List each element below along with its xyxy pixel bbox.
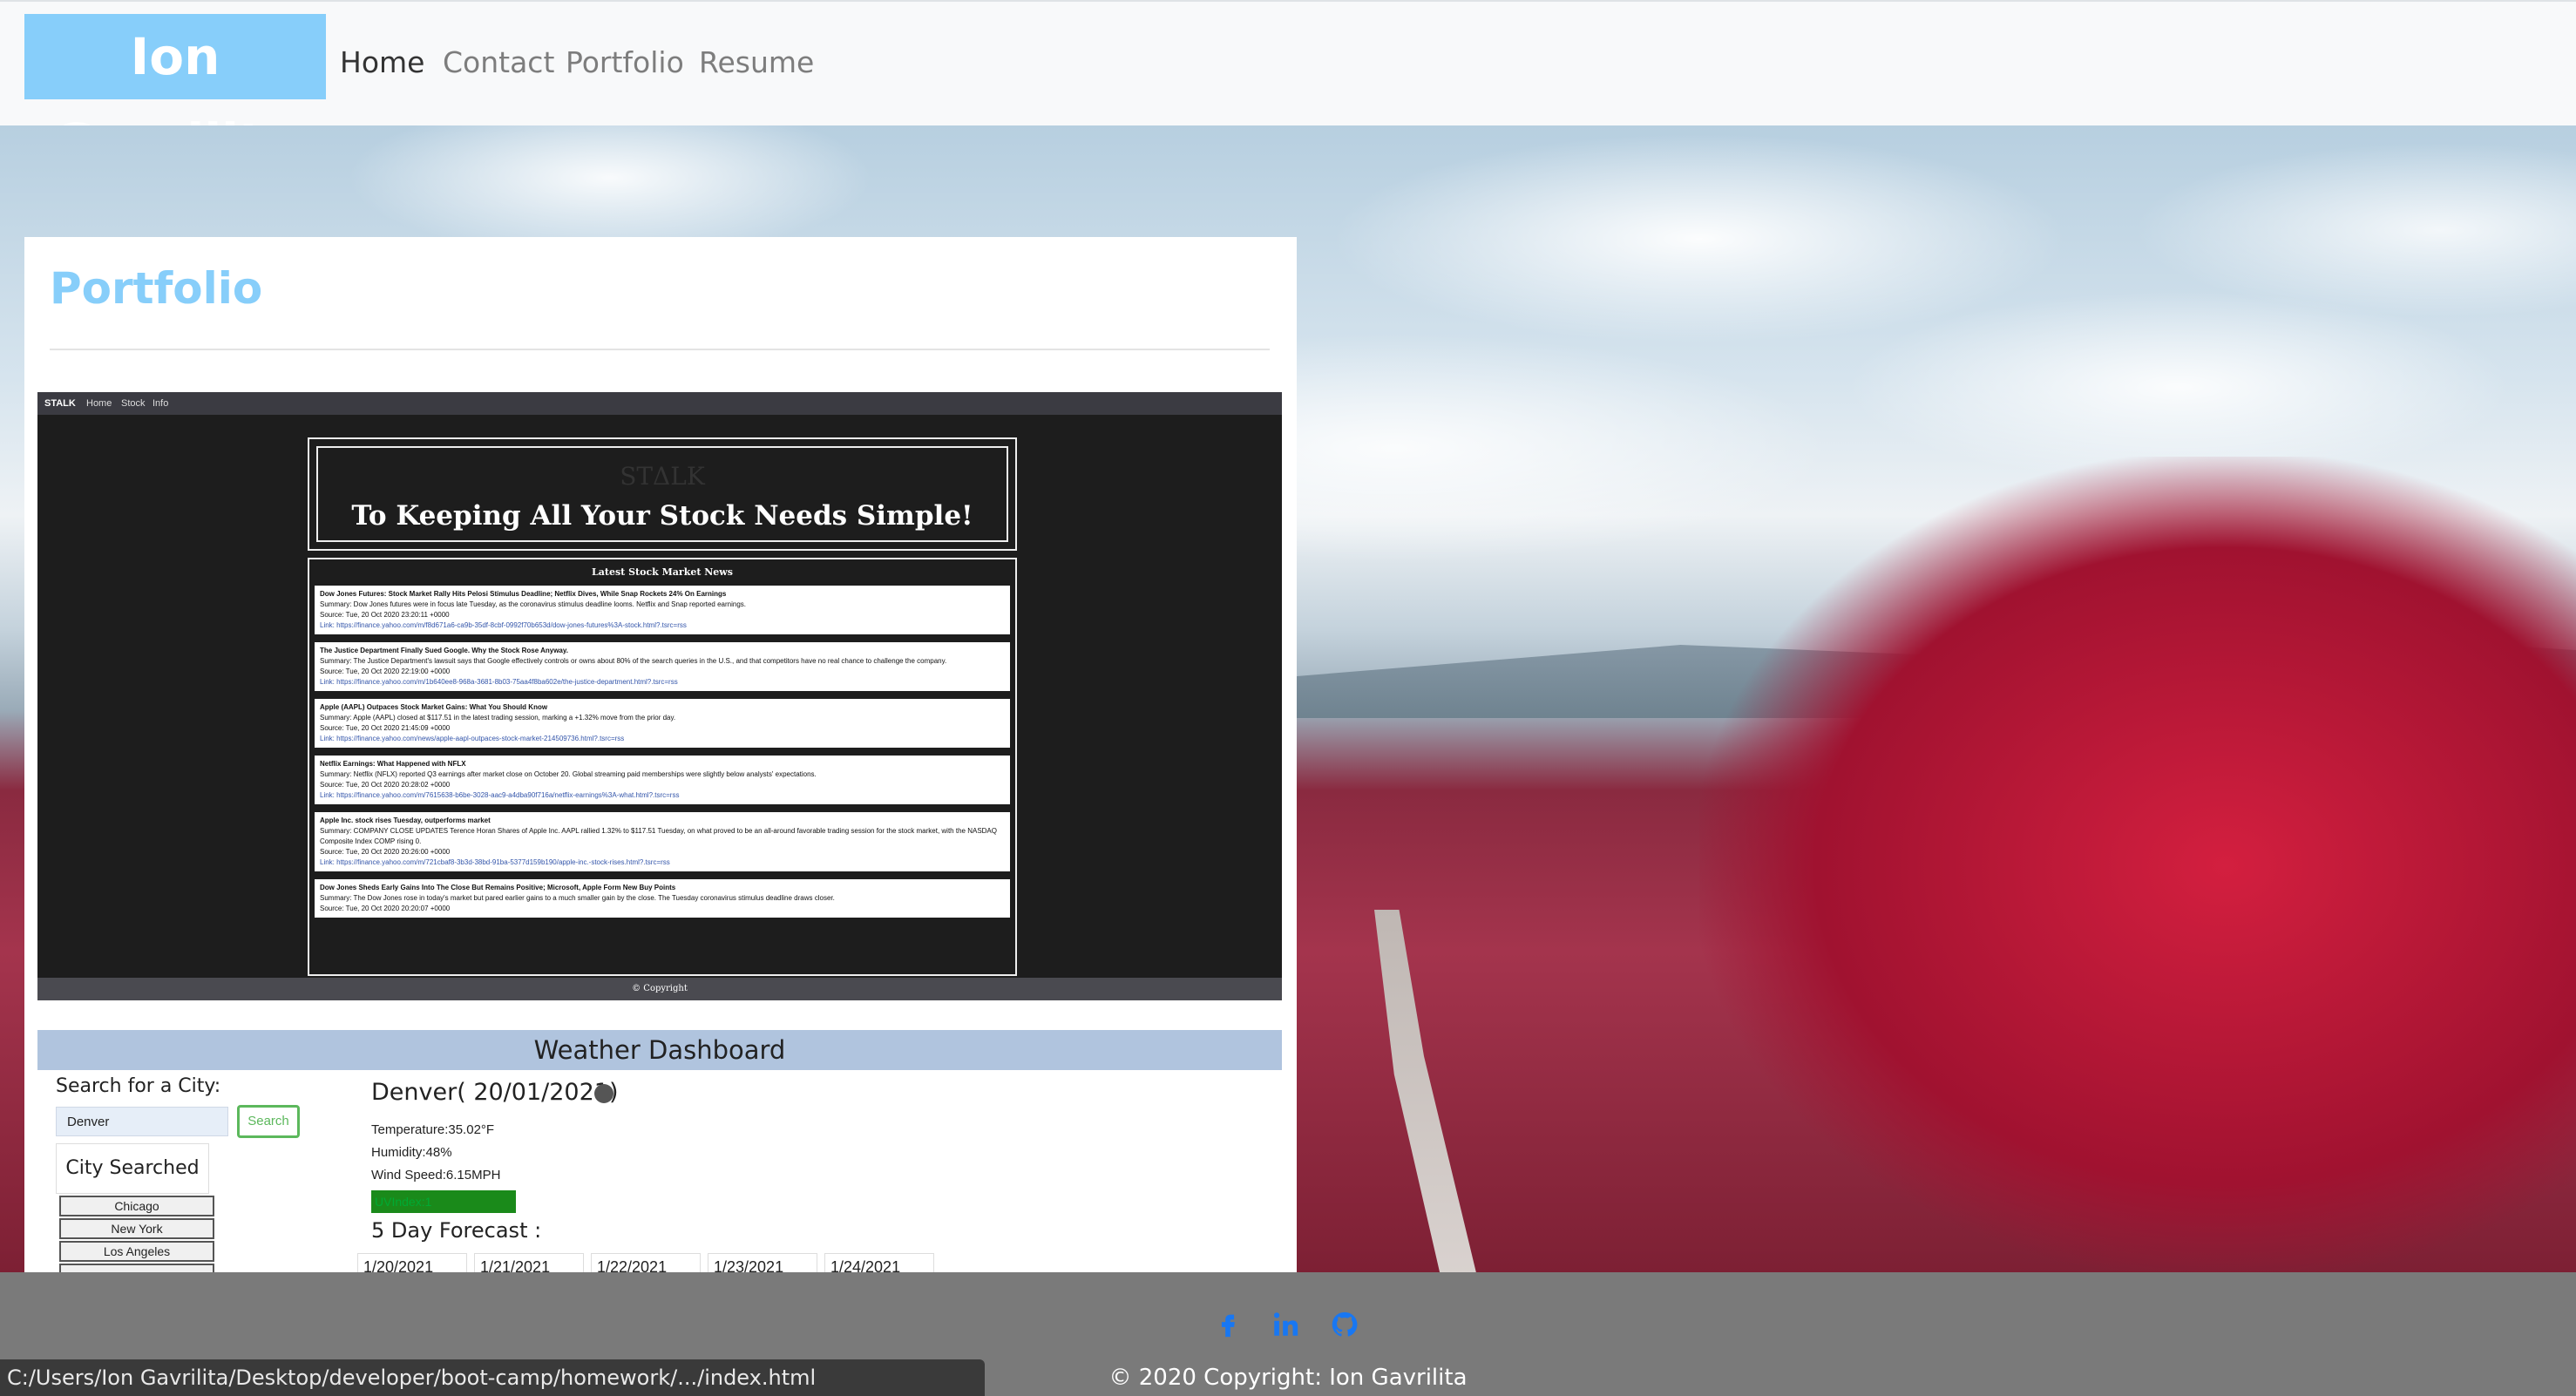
nav-link-contact[interactable]: Contact — [443, 45, 554, 79]
news-list: Dow Jones Futures: Stock Market Rally Hi… — [309, 586, 1015, 918]
forecast-day-card: 1/22/2021 — [591, 1253, 701, 1272]
news-link[interactable]: Link: https://finance.yahoo.com/m/721cba… — [320, 857, 1005, 868]
city-history-item[interactable]: Los Angeles — [59, 1241, 214, 1262]
stalk-news-panel: Latest Stock Market News Dow Jones Futur… — [308, 558, 1017, 976]
current-city-heading: Denver( 20/01/2021) — [371, 1079, 619, 1106]
winding-road — [1374, 910, 1477, 1272]
stalk-news-heading: Latest Stock Market News — [592, 566, 733, 578]
nav-link-home[interactable]: Home — [340, 45, 424, 79]
forecast-day-card: 1/24/2021 — [824, 1253, 934, 1272]
news-link[interactable]: Link: https://finance.yahoo.com/m/761563… — [320, 790, 1005, 801]
stalk-tagline: To Keeping All Your Stock Needs Simple! — [351, 500, 973, 532]
news-link[interactable]: Link: https://finance.yahoo.com/m/1b640e… — [320, 677, 1005, 688]
city-history-item[interactable]: New York — [59, 1218, 214, 1239]
stalk-nav-home: Home — [86, 398, 112, 409]
city-history-item[interactable] — [59, 1264, 214, 1272]
github-icon[interactable] — [1330, 1307, 1359, 1342]
city-history-item[interactable]: Chicago — [59, 1196, 214, 1216]
news-card[interactable]: Apple Inc. stock rises Tuesday, outperfo… — [315, 812, 1010, 871]
stalk-nav-info: Info — [153, 398, 169, 409]
news-title: The Justice Department Finally Sued Goog… — [320, 647, 568, 654]
forecast-day-card: 1/23/2021 — [708, 1253, 817, 1272]
forecast-heading: 5 Day Forecast : — [371, 1218, 542, 1243]
humidity-text: Humidity:48% — [371, 1145, 452, 1160]
news-summary: Summary: Apple (AAPL) closed at $117.51 … — [320, 714, 676, 722]
news-source: Source: Tue, 20 Oct 2020 21:45:09 +0000 — [320, 724, 451, 732]
project-screenshot-stalk[interactable]: STALK Home Stock Info STΔLK To Keeping A… — [37, 392, 1282, 1000]
news-summary: Summary: The Dow Jones rose in today's m… — [320, 894, 835, 902]
weather-icon — [594, 1084, 613, 1103]
search-button[interactable]: Search — [237, 1105, 300, 1138]
portfolio-panel: Portfolio STALK Home Stock Info STΔLK To… — [24, 237, 1297, 1272]
forecast-day-card: 1/20/2021 — [357, 1253, 467, 1272]
forecast-day-card: 1/21/2021 — [474, 1253, 584, 1272]
news-summary: Summary: Netflix (NFLX) reported Q3 earn… — [320, 770, 817, 778]
news-card[interactable]: Netflix Earnings: What Happened with NFL… — [315, 756, 1010, 804]
stalk-brand: STALK — [44, 398, 76, 409]
linkedin-icon[interactable] — [1271, 1307, 1300, 1342]
news-summary: Summary: The Justice Department's lawsui… — [320, 657, 947, 665]
news-title: Dow Jones Sheds Early Gains Into The Clo… — [320, 884, 676, 891]
news-card[interactable]: The Justice Department Finally Sued Goog… — [315, 642, 1010, 691]
facebook-icon[interactable] — [1213, 1307, 1243, 1342]
news-summary: Summary: Dow Jones futures were in focus… — [320, 600, 746, 608]
link-status-bar: C:/Users/Ion Gavrilita/Desktop/developer… — [0, 1359, 985, 1396]
city-search-input[interactable]: Denver — [56, 1107, 228, 1136]
uv-index-badge: UVIndex:1 — [371, 1190, 516, 1213]
nav-link-resume[interactable]: Resume — [699, 45, 814, 79]
news-link[interactable]: Link: https://finance.yahoo.com/news/app… — [320, 734, 1005, 744]
weather-dashboard-title: Weather Dashboard — [37, 1030, 1282, 1070]
portfolio-title: Portfolio — [50, 263, 263, 314]
news-summary: Summary: COMPANY CLOSE UPDATES Terence H… — [320, 827, 997, 845]
news-source: Source: Tue, 20 Oct 2020 20:20:07 +0000 — [320, 905, 451, 912]
red-foliage — [1699, 457, 2576, 1272]
stalk-nav-stock: Stock — [121, 398, 146, 409]
news-source: Source: Tue, 20 Oct 2020 20:26:00 +0000 — [320, 848, 451, 856]
news-source: Source: Tue, 20 Oct 2020 23:20:11 +0000 — [320, 611, 450, 619]
stalk-logo: STΔLK — [620, 462, 705, 491]
search-label: Search for a City: — [56, 1075, 221, 1097]
news-link[interactable]: Link: https://finance.yahoo.com/m/f8d671… — [320, 620, 1005, 631]
temperature-text: Temperature:35.02°F — [371, 1122, 495, 1137]
news-source: Source: Tue, 20 Oct 2020 20:28:02 +0000 — [320, 781, 451, 789]
city-searched-title: City Searched — [56, 1143, 209, 1194]
news-card[interactable]: Apple (AAPL) Outpaces Stock Market Gains… — [315, 699, 1010, 748]
news-title: Apple (AAPL) Outpaces Stock Market Gains… — [320, 703, 548, 711]
brand-logo[interactable]: Ion Gavrilita — [24, 14, 326, 172]
news-title: Dow Jones Futures: Stock Market Rally Hi… — [320, 590, 727, 598]
news-title: Netflix Earnings: What Happened with NFL… — [320, 760, 466, 768]
stalk-footer: © Copyright — [37, 978, 1282, 1000]
stalk-navbar: STALK Home Stock Info — [37, 392, 1282, 415]
navbar: Ion Gavrilita Home Contact Portfolio Res… — [0, 0, 2576, 172]
nav-link-portfolio[interactable]: Portfolio — [566, 45, 684, 79]
news-card[interactable]: Dow Jones Sheds Early Gains Into The Clo… — [315, 879, 1010, 918]
wind-speed-text: Wind Speed:6.15MPH — [371, 1168, 501, 1183]
stalk-hero: STΔLK To Keeping All Your Stock Needs Si… — [308, 437, 1017, 551]
news-source: Source: Tue, 20 Oct 2020 22:19:00 +0000 — [320, 668, 451, 675]
news-card[interactable]: Dow Jones Futures: Stock Market Rally Hi… — [315, 586, 1010, 634]
news-title: Apple Inc. stock rises Tuesday, outperfo… — [320, 817, 491, 824]
divider — [50, 349, 1270, 350]
